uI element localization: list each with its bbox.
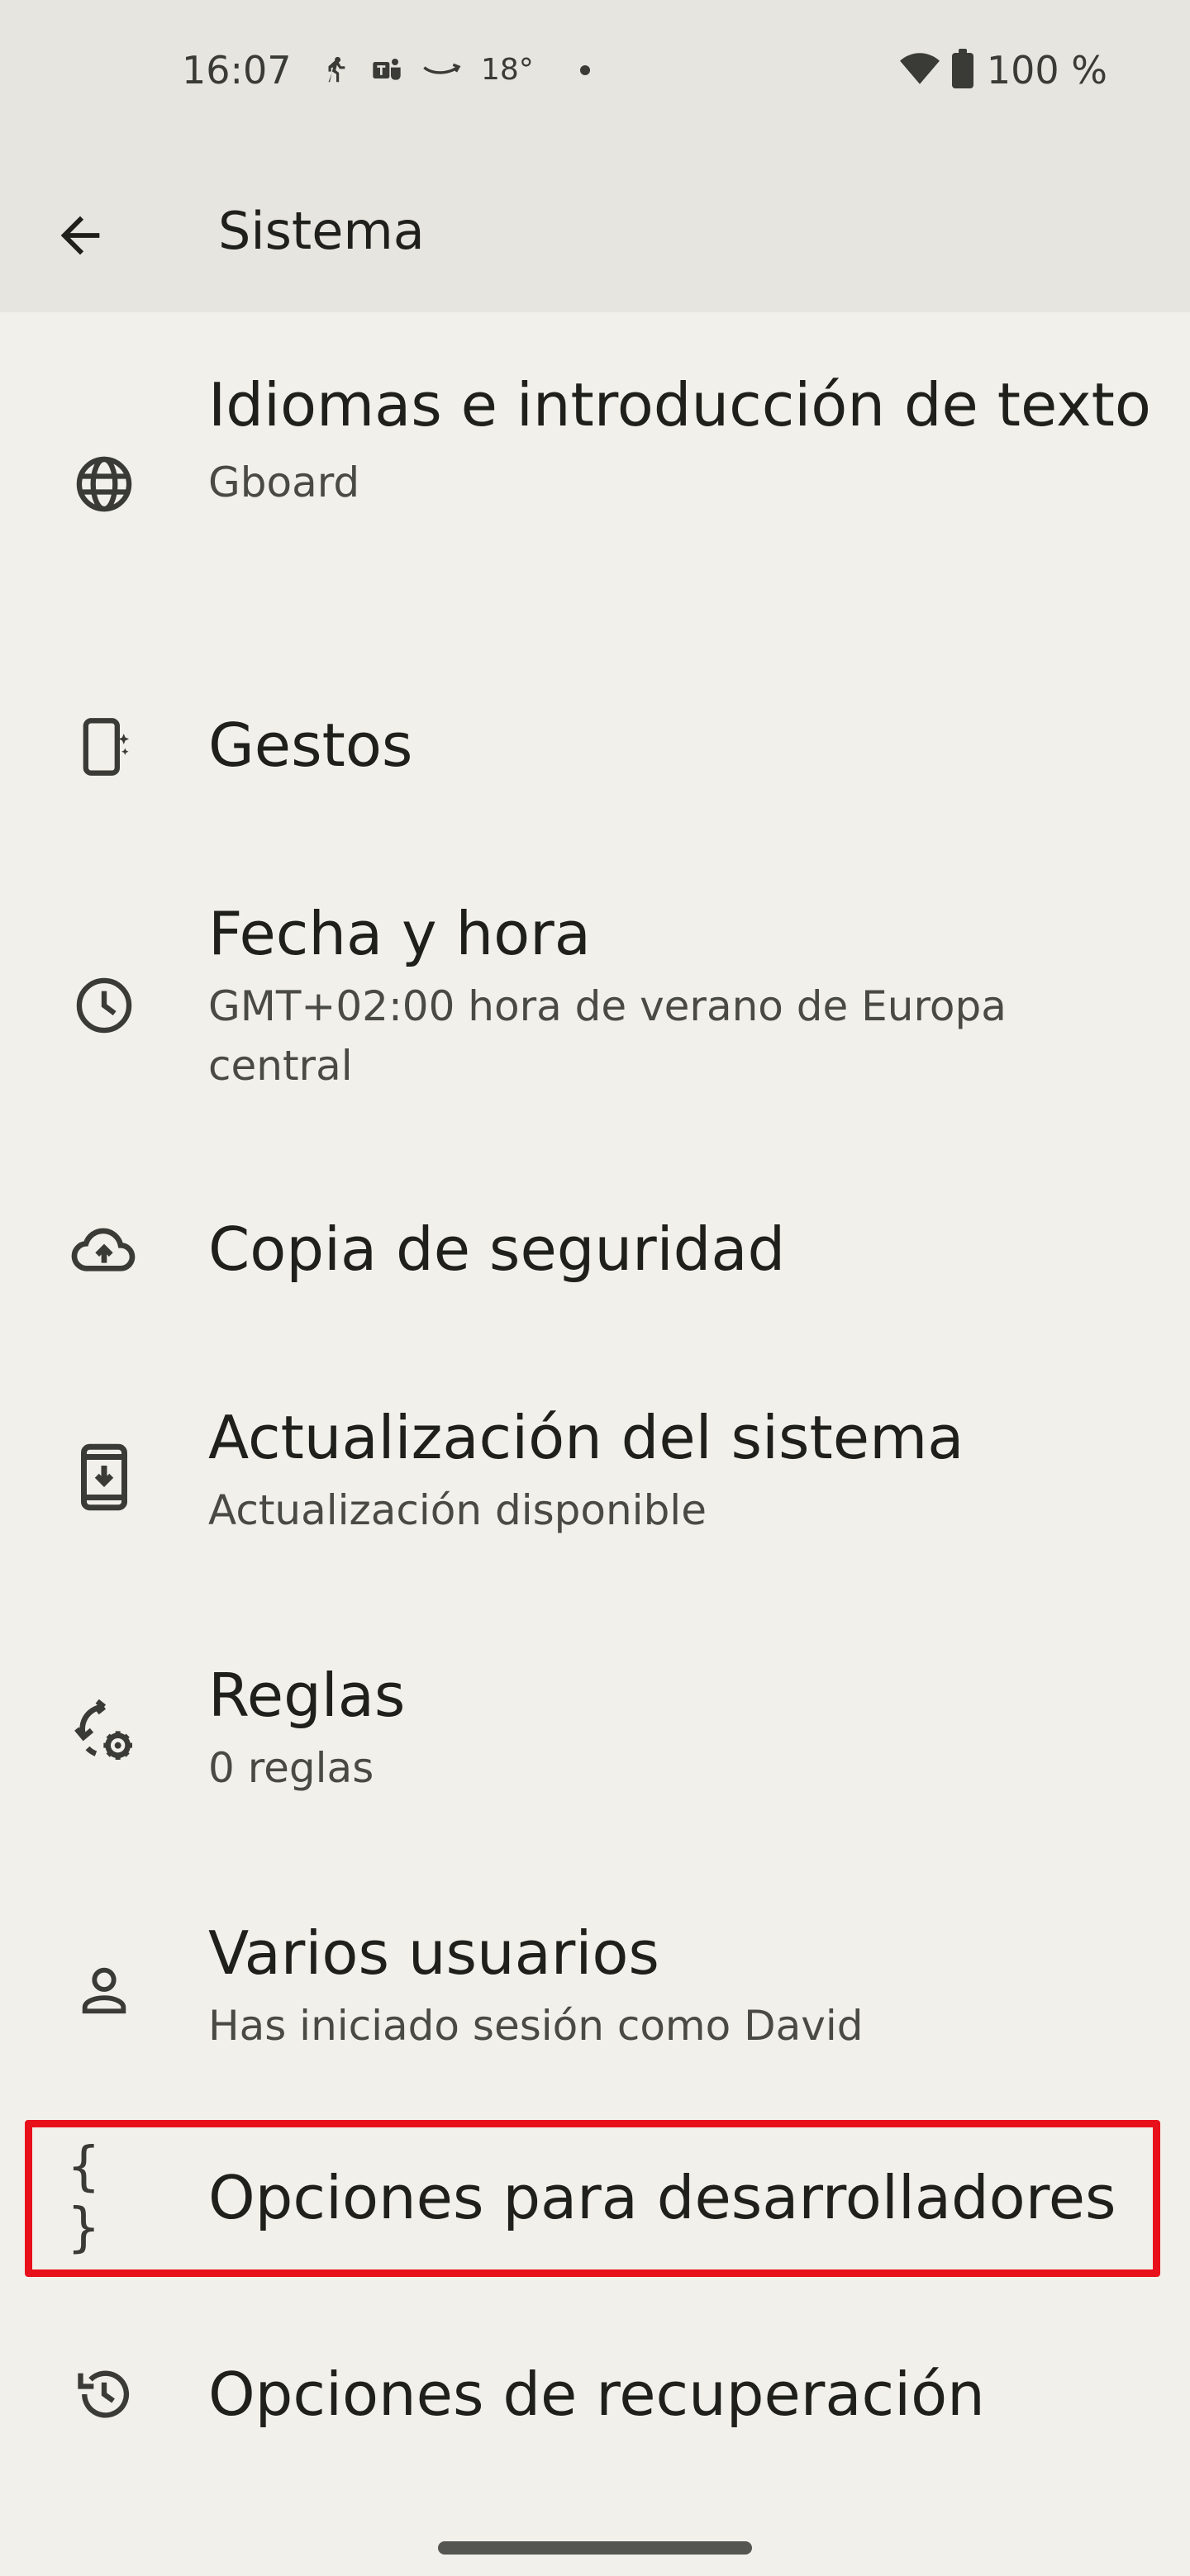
wifi-icon [899, 50, 940, 90]
arrow-back-icon[interactable] [51, 207, 109, 264]
rules-sync-gear-icon [68, 1695, 140, 1768]
status-bar: 16:07 18° 100 % [0, 0, 1190, 155]
status-time: 16:07 [182, 48, 292, 93]
settings-item-label: Opciones de recuperación [208, 2360, 985, 2429]
teams-icon [370, 54, 403, 87]
amazon-icon [421, 58, 463, 83]
cloud-upload-icon [68, 1213, 140, 1286]
battery-percent: 100 % [986, 48, 1107, 93]
settings-item-gestures[interactable]: Gestos [0, 702, 1190, 793]
app-bar: Sistema [0, 155, 1190, 312]
settings-item-label: Idiomas e introducción de texto [208, 370, 1151, 440]
person-icon [68, 1953, 140, 2026]
gestures-phone-icon [68, 711, 140, 783]
history-restore-icon [68, 2358, 140, 2431]
settings-item-system-update[interactable]: Actualización del sistema Actualización … [0, 1395, 1190, 1560]
settings-item-label: Gestos [208, 711, 413, 780]
settings-item-recovery-options[interactable]: Opciones de recuperación [0, 2351, 1190, 2442]
run-notification-icon [321, 55, 352, 86]
settings-item-summary: Gboard [208, 459, 360, 506]
settings-item-backup[interactable]: Copia de seguridad [0, 1206, 1190, 1297]
notification-icons: 18° [321, 53, 590, 87]
settings-item-rules[interactable]: Reglas 0 reglas [0, 1652, 1190, 1818]
settings-item-date-time[interactable]: Fecha y hora GMT+02:00 hora de verano de… [0, 891, 1190, 1114]
temperature-label: 18° [481, 53, 534, 87]
settings-item-summary: GMT+02:00 hora de verano de Europa centr… [208, 982, 1007, 1090]
settings-item-label: Reglas [208, 1661, 406, 1730]
page-title: Sistema [218, 201, 425, 261]
settings-item-summary: 0 reglas [208, 1744, 374, 1792]
system-update-icon [68, 1441, 140, 1514]
settings-item-label: Varios usuarios [208, 1918, 659, 1988]
globe-icon [68, 448, 140, 520]
more-dot-icon [579, 64, 590, 75]
settings-item-label: Actualización del sistema [208, 1403, 964, 1472]
settings-item-multiple-users[interactable]: Varios usuarios Has iniciado sesión como… [0, 1910, 1190, 2075]
settings-item-label: Copia de seguridad [208, 1214, 786, 1284]
settings-item-summary: Actualización disponible [208, 1486, 707, 1534]
battery-icon [951, 49, 973, 92]
home-gesture-bar[interactable] [438, 2541, 752, 2555]
settings-item-summary: Has iniciado sesión como David [208, 2002, 864, 2050]
settings-item-languages[interactable]: Idiomas e introducción de texto Gboard [0, 355, 1190, 620]
system-icons: 100 % [899, 48, 1107, 93]
clock-icon [68, 969, 140, 1042]
highlight-box [25, 2120, 1160, 2277]
settings-item-label: Fecha y hora [208, 899, 591, 968]
